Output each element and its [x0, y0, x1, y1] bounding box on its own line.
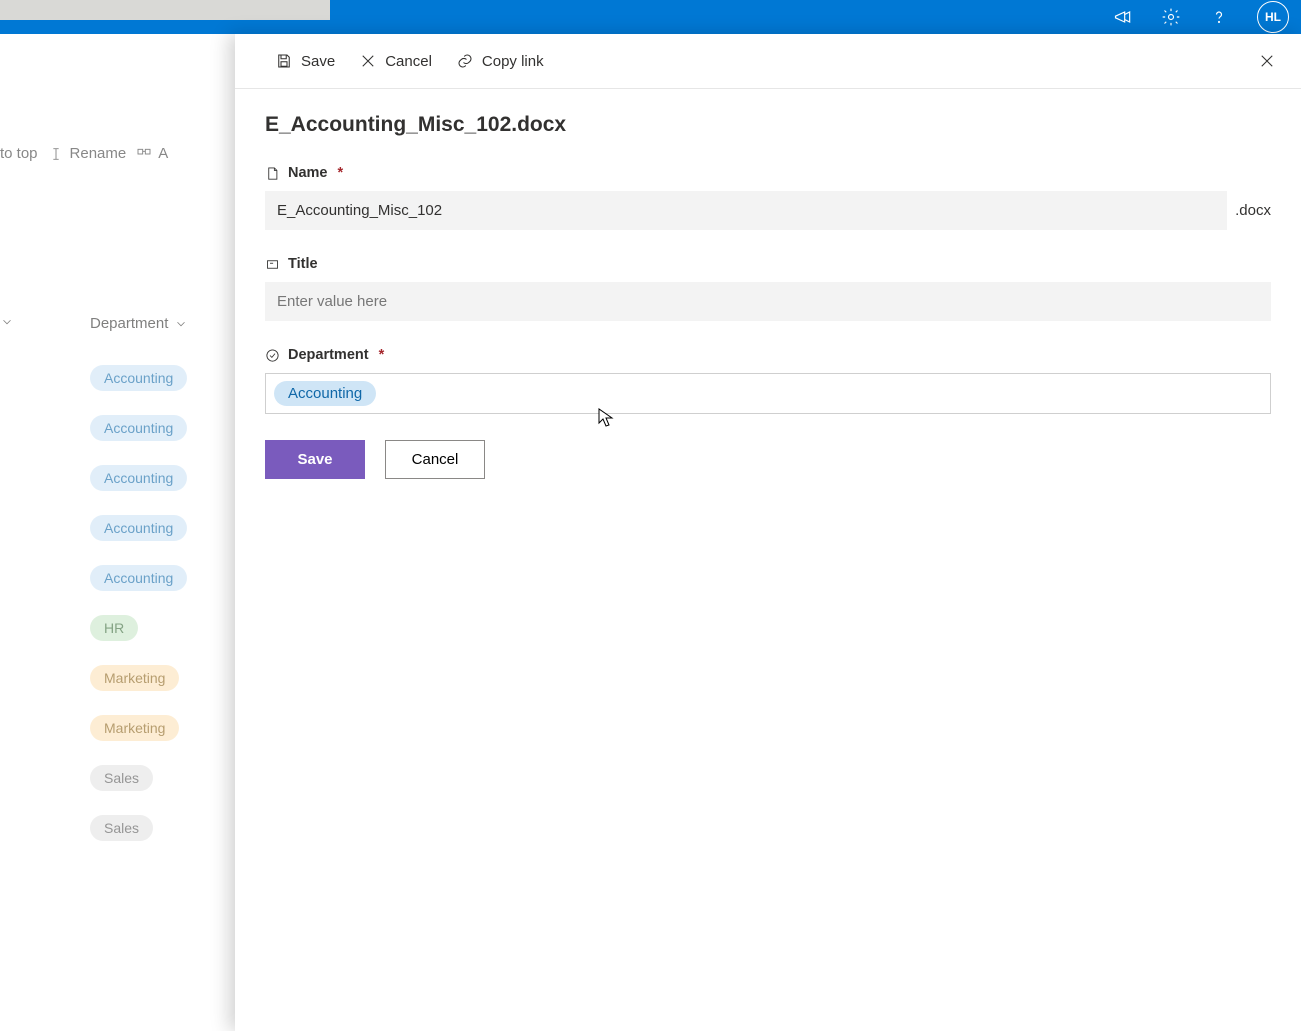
- megaphone-icon[interactable]: [1113, 7, 1133, 27]
- table-row[interactable]: Accounting: [90, 365, 187, 391]
- department-tag[interactable]: Accounting: [274, 381, 376, 406]
- name-input[interactable]: [265, 191, 1227, 230]
- field-name: Name * .docx: [265, 165, 1271, 230]
- document-icon: [265, 166, 280, 181]
- column-header-department[interactable]: Department: [90, 315, 188, 332]
- panel-toolbar: Save Cancel Copy link: [235, 34, 1301, 89]
- column-sort-chevron-prev[interactable]: [0, 315, 14, 332]
- close-button[interactable]: [1253, 47, 1281, 75]
- properties-panel: Save Cancel Copy link E_Accounting_Misc_…: [235, 34, 1301, 1031]
- field-department: Department * Accounting: [265, 347, 1271, 414]
- table-row[interactable]: Marketing: [90, 665, 187, 691]
- required-marker: *: [338, 165, 344, 181]
- table-row[interactable]: Marketing: [90, 715, 187, 741]
- cancel-button[interactable]: Cancel: [385, 440, 485, 479]
- field-department-label: Department *: [265, 347, 1271, 363]
- chevron-down-icon: [174, 317, 188, 331]
- avatar[interactable]: HL: [1257, 1, 1289, 33]
- department-picker[interactable]: Accounting: [265, 373, 1271, 414]
- table-row[interactable]: Sales: [90, 765, 187, 791]
- department-pill: Marketing: [90, 665, 179, 691]
- field-name-label: Name *: [265, 165, 1271, 181]
- file-extension: .docx: [1235, 202, 1271, 219]
- table-row[interactable]: Accounting: [90, 565, 187, 591]
- help-icon[interactable]: [1209, 7, 1229, 27]
- table-row[interactable]: HR: [90, 615, 187, 641]
- department-pill: Accounting: [90, 415, 187, 441]
- save-command[interactable]: Save: [275, 52, 335, 70]
- field-title: Title: [265, 256, 1271, 321]
- department-pill: HR: [90, 615, 138, 641]
- department-pill: Accounting: [90, 365, 187, 391]
- avatar-initials: HL: [1265, 10, 1281, 24]
- table-row[interactable]: Accounting: [90, 515, 187, 541]
- title-input[interactable]: [265, 282, 1271, 321]
- department-pill: Marketing: [90, 715, 179, 741]
- suite-header: HL: [0, 0, 1301, 34]
- copy-link-command[interactable]: Copy link: [456, 52, 544, 70]
- automate-button[interactable]: A: [136, 145, 168, 162]
- department-pill: Accounting: [90, 565, 187, 591]
- gear-icon[interactable]: [1161, 7, 1181, 27]
- field-title-label: Title: [265, 256, 1271, 272]
- text-icon: [265, 257, 280, 272]
- cancel-command[interactable]: Cancel: [359, 52, 432, 70]
- table-row[interactable]: Accounting: [90, 415, 187, 441]
- choice-icon: [265, 348, 280, 363]
- browser-tab-placeholder: [0, 0, 330, 20]
- department-column-cells: Accounting Accounting Accounting Accounting…: [90, 365, 187, 841]
- panel-title: E_Accounting_Misc_102.docx: [265, 113, 1271, 137]
- required-marker: *: [379, 347, 385, 363]
- rename-button[interactable]: Rename: [48, 145, 127, 162]
- department-pill: Sales: [90, 765, 153, 791]
- department-pill: Accounting: [90, 465, 187, 491]
- table-row[interactable]: Sales: [90, 815, 187, 841]
- table-row[interactable]: Accounting: [90, 465, 187, 491]
- save-button[interactable]: Save: [265, 440, 365, 479]
- panel-body: E_Accounting_Misc_102.docx Name * .docx …: [235, 89, 1301, 499]
- department-pill: Accounting: [90, 515, 187, 541]
- pin-to-top-button[interactable]: to top: [0, 145, 38, 162]
- department-pill: Sales: [90, 815, 153, 841]
- background-command-bar: to top Rename A: [0, 145, 168, 162]
